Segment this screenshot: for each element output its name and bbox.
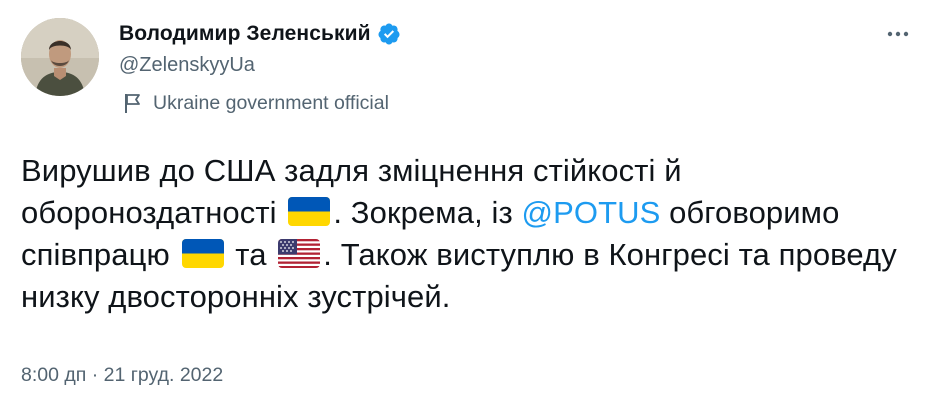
tweet-timestamp: 8:00 дп · 21 груд. 2022 (21, 364, 223, 387)
avatar[interactable] (21, 18, 99, 96)
ukraine-flag-emoji (181, 238, 225, 269)
avatar-photo (21, 18, 99, 96)
flag-icon (123, 92, 143, 114)
tweet-text-part4: та (235, 237, 267, 272)
tweet-date-link[interactable]: 21 груд. 2022 (104, 364, 224, 386)
tweet-date: 21 груд. 2022 (103, 364, 224, 386)
ukraine-flag-emoji (287, 196, 331, 227)
verified-badge-icon[interactable] (377, 22, 401, 46)
government-label-text: Ukraine government official (153, 91, 389, 114)
tweet-time-link[interactable]: 8:00 дп (21, 364, 86, 386)
tweet-text: Вирушив до США задля зміцнення стійкості… (21, 150, 911, 318)
tweet-time: 8:00 дп (21, 364, 87, 386)
author-handle[interactable]: @ZelenskyyUa (119, 54, 255, 77)
tweet-text-part2: . Зокрема, із (333, 195, 513, 230)
author-name-row: Володимир Зеленський (119, 20, 401, 48)
timestamp-separator: · (91, 364, 99, 386)
usa-flag-emoji (277, 238, 321, 269)
government-label[interactable]: Ukraine government official (123, 90, 389, 116)
mention-link[interactable]: @POTUS (522, 195, 661, 230)
more-dots-icon[interactable] (884, 22, 912, 46)
author-display-name[interactable]: Володимир Зеленський (119, 22, 371, 46)
